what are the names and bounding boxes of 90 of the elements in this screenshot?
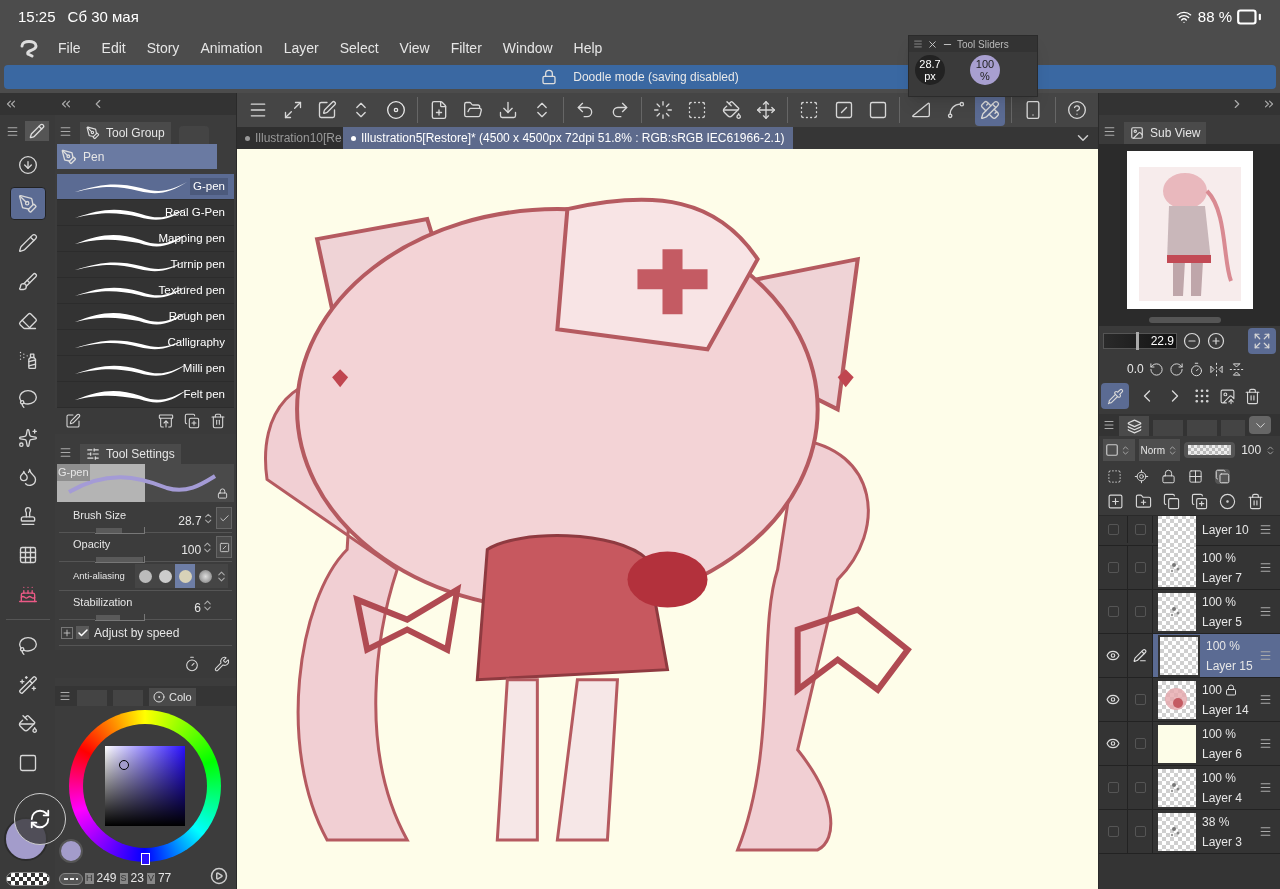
status-time: 15:25 [18, 6, 56, 27]
brush-size-dial[interactable]: 28.7 px [915, 55, 945, 85]
blend-mode-select[interactable]: Norm [1138, 439, 1180, 461]
hsv-label: S [119, 872, 128, 884]
document-tab[interactable]: Illustration5[Restore]* (4500 x 4500px 72dpi 51.8% : RGB:sRGB IEC61966-2.1) [343, 127, 793, 149]
sub-tool-label: Turnip pen [169, 256, 226, 272]
sub-tool-item[interactable]: Turnip pen [57, 252, 234, 278]
layer-opacity: 100 [1202, 681, 1223, 699]
banner-text: Doodle mode (saving disabled) [573, 69, 739, 86]
setting-label: Stabilization [73, 595, 134, 610]
layer-opacity: 100 % [1202, 593, 1237, 611]
zoom-value: 22.9 [1150, 334, 1174, 349]
setting-label: Brush Size [73, 508, 128, 523]
layer-row[interactable]: 100 % Layer 6 [1099, 722, 1280, 766]
layer-row[interactable]: Layer 10 [1099, 516, 1280, 546]
layer-opacity-value: 100 [1241, 442, 1262, 459]
sub-tool-label: Rough pen [167, 308, 226, 324]
sub-tool-item[interactable]: Mapping pen [57, 226, 234, 252]
sub-tool-item[interactable]: Felt pen [57, 382, 234, 408]
layer-name: Layer 3 [1202, 833, 1243, 851]
tab-title: Illustration10[Re [255, 130, 342, 147]
setting-value: 28.7 [178, 513, 202, 530]
sub-tool-label: Textured pen [157, 282, 226, 298]
layer-row[interactable]: 100 % Layer 7 [1099, 546, 1280, 590]
sub-tool-label: Real G-Pen [163, 204, 226, 220]
sub-tool-item[interactable]: Real G-Pen [57, 200, 234, 226]
layer-row[interactable]: 100 % Layer 5 [1099, 590, 1280, 634]
layer-opacity: 100 % [1202, 549, 1237, 567]
document-tab[interactable]: Illustration10[Re [237, 127, 343, 149]
setting-value: 100 [181, 542, 202, 559]
battery-percent: 88 % [1197, 6, 1232, 27]
menu-item[interactable]: View [399, 37, 430, 59]
layer-opacity: 38 % [1202, 813, 1230, 831]
hsv-label: H [85, 872, 94, 884]
tool-group-tab[interactable]: Tool Group [80, 122, 171, 144]
dial-value: 100 [975, 58, 995, 70]
layer-row[interactable]: 100 % Layer 4 [1099, 766, 1280, 810]
menu-item[interactable]: Window [502, 37, 553, 59]
sub-tool-item[interactable]: Rough pen [57, 304, 234, 330]
tab-title: Illustration5[Restore]* (4500 x 4500px 72dpi 51.8% : RGB:sRGB IEC61966-2.1) [361, 130, 785, 147]
layer-name: Layer 4 [1202, 789, 1243, 807]
zoom-slider[interactable]: 22.9 [1103, 333, 1177, 349]
layer-name: Layer 15 [1206, 657, 1253, 675]
layer-row[interactable]: 100 Layer 14 [1099, 678, 1280, 722]
sub-tool-label: Felt pen [182, 386, 226, 402]
menu-item[interactable]: Layer [283, 37, 319, 59]
sub-tool-item[interactable]: G-pen [57, 174, 234, 200]
layer-name: Layer 14 [1202, 701, 1249, 719]
sub-view-tab[interactable]: Sub View [1124, 122, 1207, 144]
tool-group-name: Pen [83, 148, 105, 166]
sub-tool-label: Milli pen [181, 360, 226, 376]
setting-label: Opacity [73, 537, 112, 552]
rotation-value: 0.0 [1127, 361, 1144, 378]
hsv-value: 249 [96, 870, 117, 887]
dial-unit: % [980, 70, 990, 82]
setting-label: Anti-aliasing [73, 568, 126, 583]
layer-name: Layer 6 [1202, 745, 1243, 763]
layer-opacity: 100 % [1206, 637, 1241, 655]
layer-name: Layer 5 [1202, 613, 1243, 631]
tool-settings-tab[interactable]: Tool Settings [80, 444, 181, 464]
menu-item[interactable]: Edit [101, 37, 126, 59]
menu-item[interactable]: Select [339, 37, 379, 59]
sub-tool-item[interactable]: Milli pen [57, 356, 234, 382]
opacity-dial[interactable]: 100 % [970, 55, 1000, 85]
checkbox-label: Adjust by speed [94, 624, 180, 642]
preview-label: G-pen [57, 464, 90, 481]
menu-item[interactable]: Filter [450, 37, 482, 59]
setting-value: 6 [194, 600, 201, 617]
dial-unit: px [924, 70, 936, 82]
dial-value: 28.7 [919, 58, 941, 70]
layer-opacity: 100 % [1202, 725, 1237, 743]
sub-tool-item[interactable]: Calligraphy [57, 330, 234, 356]
color-tab[interactable]: Colo [149, 688, 196, 706]
menu-item[interactable]: File [58, 37, 81, 59]
layer-opacity: 100 % [1202, 769, 1237, 787]
sub-tool-label: Calligraphy [166, 334, 226, 350]
menu-item[interactable]: Help [573, 37, 603, 59]
layer-name: Layer 7 [1202, 569, 1243, 587]
layer-row[interactable]: 38 % Layer 3 [1099, 810, 1280, 854]
layer-name: Layer 10 [1202, 521, 1249, 539]
menu-item[interactable]: Story [146, 37, 180, 59]
hsv-value: 77 [157, 870, 172, 887]
popup-title: Tool Sliders [957, 37, 1009, 52]
sub-tool-item[interactable]: Textured pen [57, 278, 234, 304]
status-date: Сб 30 мая [67, 6, 139, 27]
menu-item[interactable]: Animation [200, 37, 263, 59]
hsv-value: 23 [130, 870, 144, 887]
sub-tool-label: G-pen [190, 177, 228, 196]
hsv-label: V [146, 872, 155, 884]
sub-tool-label: Mapping pen [157, 230, 226, 246]
